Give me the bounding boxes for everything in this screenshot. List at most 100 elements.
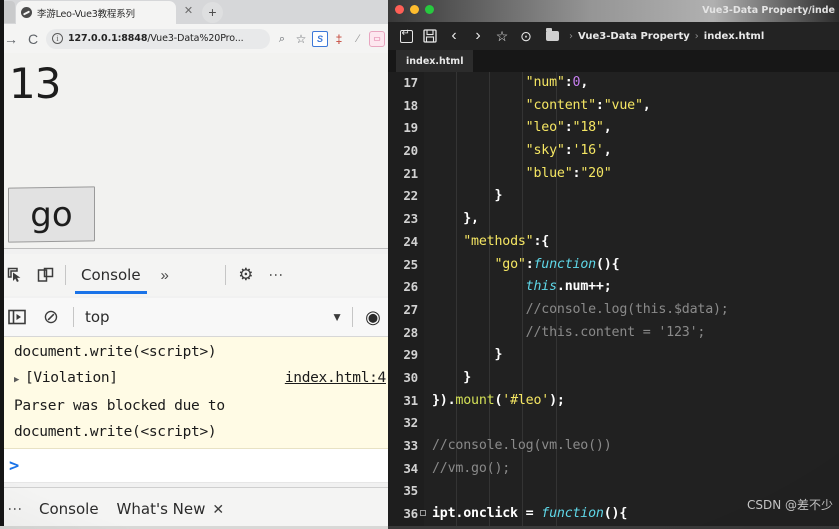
inspect-element-icon[interactable] xyxy=(0,260,30,290)
editor-tab-index-html[interactable]: index.html xyxy=(396,50,474,72)
line-number: 25 xyxy=(403,256,418,272)
code-token: //console.log(vm.leo()) xyxy=(432,438,612,453)
filter-divider-2 xyxy=(352,307,353,327)
run-icon[interactable]: ⊙ xyxy=(514,25,538,47)
code-token: "go" xyxy=(494,256,526,272)
code-editor-window: Vue3-Data Property/inde ‹ › ☆ ⊙ › Vue3-D… xyxy=(388,0,839,529)
address-bar[interactable]: i 127.0.0.1:8848/Vue3-Data%20Pro... xyxy=(46,28,270,49)
code-line-22[interactable]: 22 } xyxy=(388,185,839,208)
console-sidebar-icon[interactable] xyxy=(0,302,34,332)
browser-tab-strip: 李游Leo-Vue3教程系列 ✕ + xyxy=(0,0,388,24)
devtools-toolbar: Console » ⚙ ⋮ xyxy=(0,254,388,296)
line-number: 36 xyxy=(403,506,418,522)
clear-console-icon[interactable]: ⊘ xyxy=(34,302,68,332)
forward-arrow-icon[interactable]: › xyxy=(466,25,490,47)
more-tabs-icon[interactable]: » xyxy=(151,267,179,284)
console-message: Parser was blocked due to xyxy=(14,398,225,414)
extension-icon-blue[interactable]: S xyxy=(312,30,328,47)
back-arrow-icon[interactable]: ‹ xyxy=(442,25,466,47)
new-file-icon[interactable] xyxy=(394,25,418,47)
code-token: ipt.onclick = xyxy=(432,506,542,522)
star-icon[interactable]: ☆ xyxy=(490,25,514,47)
line-number: 28 xyxy=(403,324,418,340)
tab-console[interactable]: Console xyxy=(71,256,151,294)
code-token: : xyxy=(595,97,604,113)
code-text: } xyxy=(432,344,502,367)
code-text: "num":0, xyxy=(432,72,589,95)
code-fold-icon[interactable] xyxy=(420,510,426,517)
page-viewport: 13 go xyxy=(0,53,388,248)
console-message: document.write(<script>) xyxy=(14,344,217,360)
execution-context-selector[interactable]: top xyxy=(85,308,110,326)
new-tab-button[interactable]: + xyxy=(202,2,223,23)
code-line-24[interactable]: 24 "methods":{ xyxy=(388,231,839,254)
close-icon[interactable]: ✕ xyxy=(182,5,195,18)
code-line-25[interactable]: 25 "go":function(){ xyxy=(388,254,839,277)
address-bar-url: 127.0.0.1:8848/Vue3-Data%20Pro... xyxy=(68,33,244,44)
code-line-30[interactable]: 30 } xyxy=(388,367,839,390)
code-area[interactable]: 17 "num":0, 18 "content":"vue", 19 "leo":"… xyxy=(388,72,839,529)
code-token: //this.content = '123'; xyxy=(432,324,706,340)
code-token: '16' xyxy=(572,143,604,159)
toolbar-divider xyxy=(65,265,66,285)
console-source-link[interactable]: index.html:4 xyxy=(285,365,388,391)
search-icon[interactable]: ⌕ xyxy=(274,31,290,47)
code-line-34[interactable]: 34 //vm.go(); xyxy=(388,458,839,481)
toolbar-divider-2 xyxy=(224,265,226,285)
bookmark-star-icon[interactable]: ☆ xyxy=(293,31,309,47)
drawer-kebab-icon[interactable]: ⋮ xyxy=(0,494,30,524)
live-expression-icon[interactable]: ◉ xyxy=(358,307,388,328)
console-message-violation: ▶ [Violation] index.html:4 xyxy=(0,365,388,393)
drawer-tab-console[interactable]: Console xyxy=(30,500,108,518)
url-path: /Vue3-Data%20Pro... xyxy=(147,33,244,44)
console-output[interactable]: document.write(<script>) ▶ [Violation] ind… xyxy=(0,337,388,483)
code-token: function xyxy=(541,506,604,522)
line-number: 29 xyxy=(403,347,418,363)
extension-icon-red[interactable]: ‡ xyxy=(331,31,347,47)
code-line-20[interactable]: 20 "sky":'16', xyxy=(388,140,839,163)
code-line-32[interactable]: 32 xyxy=(388,412,839,435)
code-line-18[interactable]: 18 "content":"vue", xyxy=(388,95,839,118)
chevron-down-icon[interactable]: ▼ xyxy=(331,310,347,324)
code-line-29[interactable]: 29 } xyxy=(388,344,839,367)
kebab-menu-icon[interactable]: ⋮ xyxy=(261,260,291,290)
line-number: 17 xyxy=(403,75,418,90)
extension-icon-pink[interactable]: ▭ xyxy=(369,30,385,47)
folder-icon xyxy=(546,28,559,41)
code-line-21[interactable]: 21 "blue":"20" xyxy=(388,163,839,186)
code-token: , xyxy=(603,143,612,159)
maximize-window-icon[interactable] xyxy=(425,5,434,14)
minimize-window-icon[interactable] xyxy=(410,5,419,14)
site-info-icon[interactable]: i xyxy=(52,33,63,44)
code-line-27[interactable]: 27 //console.log(this.$data); xyxy=(388,299,839,322)
reload-icon[interactable]: C xyxy=(22,31,44,47)
code-line-28[interactable]: 28 //this.content = '123'; xyxy=(388,322,839,345)
line-number: 30 xyxy=(403,369,418,385)
code-line-33[interactable]: 33 //console.log(vm.leo()) xyxy=(388,435,839,458)
save-icon[interactable] xyxy=(418,25,442,47)
close-icon[interactable]: ✕ xyxy=(212,501,224,518)
window-controls[interactable] xyxy=(395,5,434,14)
expand-triangle-icon[interactable]: ▶ xyxy=(14,367,25,393)
go-button[interactable]: go xyxy=(8,186,95,243)
drawer-tab-whats-new[interactable]: What's New xyxy=(108,500,215,518)
code-line-17[interactable]: 17 "num":0, xyxy=(388,72,839,95)
console-prompt[interactable]: > xyxy=(0,449,388,483)
code-line-26[interactable]: 26 this.num++; xyxy=(388,276,839,299)
breadcrumb-project[interactable]: Vue3-Data Property xyxy=(578,31,690,42)
code-token: "content" xyxy=(525,97,596,113)
gear-icon[interactable]: ⚙ xyxy=(231,260,261,290)
code-line-19[interactable]: 19 "leo":"18", xyxy=(388,117,839,140)
device-toolbar-icon[interactable] xyxy=(30,260,60,290)
close-window-icon[interactable] xyxy=(395,5,404,14)
code-line-23[interactable]: 23 }, xyxy=(388,208,839,231)
code-text: //vm.go(); xyxy=(432,458,510,481)
extension-icon-grey[interactable]: ∕ xyxy=(350,31,366,47)
code-line-31[interactable]: 31}).mount('#leo'); xyxy=(388,390,839,413)
breadcrumb-file[interactable]: index.html xyxy=(704,31,764,42)
code-lines[interactable]: 17 "num":0, 18 "content":"vue", 19 "leo":"… xyxy=(388,72,839,529)
browser-tab[interactable]: 李游Leo-Vue3教程系列 xyxy=(16,1,176,24)
